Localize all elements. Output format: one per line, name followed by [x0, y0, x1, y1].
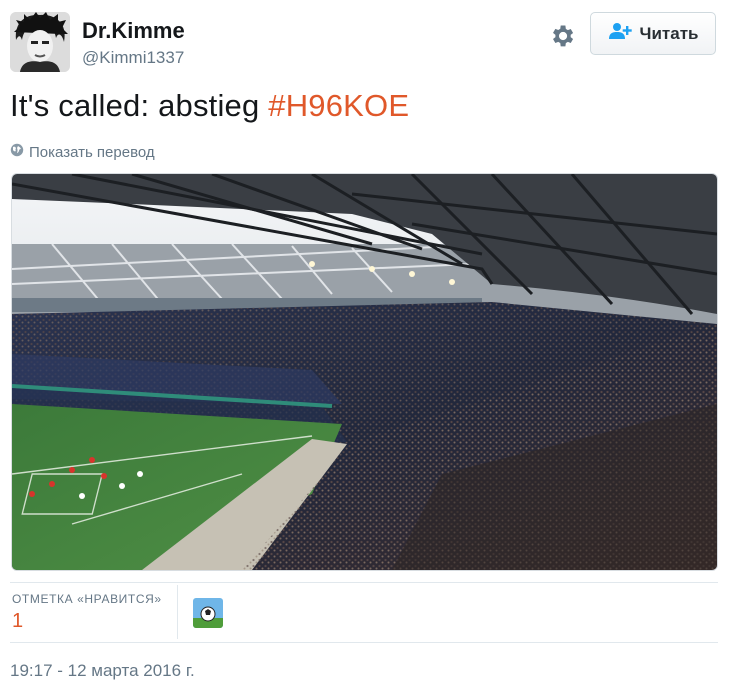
gear-icon[interactable] [548, 22, 576, 50]
tweet-header: Dr.Kimme @Kimmi1337 Читать [10, 12, 718, 74]
globe-icon [10, 143, 24, 161]
tweet-photo[interactable] [11, 173, 718, 571]
follow-button-label: Читать [639, 23, 699, 43]
likes-label: ОТМЕТКА «НРАВИТСЯ» [12, 592, 162, 606]
stats-separator [177, 585, 178, 639]
author-handle[interactable]: @Kimmi1337 [82, 48, 184, 68]
follow-button[interactable]: Читать [590, 12, 716, 55]
add-user-icon [608, 22, 632, 45]
likes-count[interactable]: 1 [12, 610, 23, 633]
translate-link[interactable]: Показать перевод [10, 143, 155, 161]
divider-top [10, 582, 718, 583]
hashtag-link[interactable]: #H96KOE [268, 88, 409, 123]
author-name[interactable]: Dr.Kimme [82, 18, 185, 44]
translate-label: Показать перевод [29, 143, 155, 161]
liker-avatar[interactable] [193, 598, 223, 628]
tweet-text: It's called: abstieg #H96KOE [10, 88, 409, 124]
avatar[interactable] [10, 12, 70, 72]
tweet-text-body: It's called: abstieg [10, 88, 269, 123]
stadium-image [12, 174, 717, 570]
tweet-timestamp[interactable]: 19:17 - 12 марта 2016 г. [10, 661, 195, 681]
divider-bottom [10, 642, 718, 643]
